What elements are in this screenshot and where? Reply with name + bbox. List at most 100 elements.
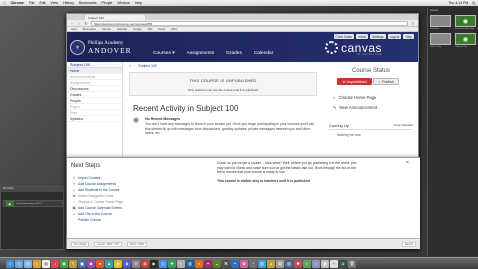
dock-app-icon[interactable]: ⌘ xyxy=(222,259,230,268)
school-logo-text: Phillips Academy ANDOVER xyxy=(88,41,132,55)
dock-app-icon[interactable]: ★ xyxy=(114,259,122,268)
dock-app-icon[interactable]: ◘ xyxy=(339,259,347,268)
bookmark-item[interactable]: Bookmarks xyxy=(83,28,96,31)
nav-courses[interactable]: Courses ▾ xyxy=(153,51,175,56)
dock-app-icon[interactable]: ◑ xyxy=(195,259,203,268)
dock-app-icon[interactable]: ✪ xyxy=(276,259,284,268)
dock-app-icon[interactable]: ✿ xyxy=(240,259,248,268)
publish-button[interactable]: ✓ Publish xyxy=(373,78,399,85)
spotlight-icon[interactable]: Q xyxy=(472,1,475,5)
logout-link[interactable]: Logout xyxy=(387,34,402,39)
scene-thumb-2[interactable]: ◉ xyxy=(455,15,476,27)
menubar-item-bookmarks[interactable]: Bookmarks xyxy=(79,1,97,5)
dock-app-icon[interactable]: ▥ xyxy=(186,259,194,268)
address-input[interactable]: https://andover.instructure.com/courses/… xyxy=(91,20,408,26)
unpublished-button[interactable]: ⊘ Unpublished xyxy=(337,78,372,85)
dock-app-icon[interactable]: ◒ xyxy=(213,259,221,268)
dock-app-icon[interactable]: ◖ xyxy=(303,259,311,268)
dock-app-icon[interactable]: 🗑 xyxy=(348,259,356,268)
bookmark-item[interactable]: Google xyxy=(133,28,141,31)
back-icon[interactable]: ‹ xyxy=(70,21,74,26)
next-step-item[interactable]: Publish Course xyxy=(72,217,167,223)
bookmark-item[interactable]: Apps xyxy=(71,28,77,31)
nav-grades[interactable]: Grades xyxy=(226,51,242,56)
bookmark-item[interactable]: Canvas xyxy=(102,28,111,31)
dock-app-icon[interactable]: ◎ xyxy=(15,259,23,268)
new-announcement-link[interactable]: ✎ New Announcement xyxy=(333,105,377,110)
home-icon[interactable]: ⌂ xyxy=(129,64,131,68)
dock-app-icon[interactable]: ◆ xyxy=(87,259,95,268)
dock-app-icon[interactable]: ◎ xyxy=(159,259,167,268)
inbox-link[interactable]: Inbox xyxy=(356,34,369,39)
dock-app-icon[interactable]: ◐ xyxy=(177,259,185,268)
scene-thumb-4[interactable]: ◉ xyxy=(455,33,476,45)
dock-app-icon[interactable]: ◔ xyxy=(249,259,257,268)
dock-app-icon[interactable]: ● xyxy=(96,259,104,268)
dock-app-icon[interactable]: ◈ xyxy=(123,259,131,268)
scene-thumb-3[interactable] xyxy=(430,33,451,45)
apple-icon[interactable]:  xyxy=(3,1,6,5)
menubar-item-help[interactable]: Help xyxy=(135,1,142,5)
dock-app-icon[interactable]: ⚙ xyxy=(132,259,140,268)
menubar-item-history[interactable]: History xyxy=(63,1,74,5)
dock-app-icon[interactable]: ✎ xyxy=(69,259,77,268)
dock-app-icon[interactable]: ✚ xyxy=(168,259,176,268)
dock-app-icon[interactable]: ✧ xyxy=(330,259,338,268)
dock-app-icon[interactable]: ☺ xyxy=(6,259,14,268)
logo-line2: ANDOVER xyxy=(88,45,132,55)
dock-app-icon[interactable]: ✱ xyxy=(294,259,302,268)
menubar-item-window[interactable]: Window xyxy=(117,1,129,5)
status-item[interactable]: View Steps xyxy=(71,241,90,247)
menubar-item-view[interactable]: View xyxy=(51,1,59,5)
nav-assignments[interactable]: Assignments xyxy=(187,51,214,56)
dock-app-icon[interactable]: ▨ xyxy=(285,259,293,268)
record-button[interactable]: Record xyxy=(401,241,416,247)
nav-calendar[interactable]: Calendar xyxy=(254,51,273,56)
dock-app-icon[interactable]: ▧ xyxy=(258,259,266,268)
school-logo[interactable]: ⚜ Phillips Academy ANDOVER xyxy=(70,40,132,55)
view-calendar-link[interactable]: View Calendar xyxy=(394,123,413,128)
menubar-app-name[interactable]: Chrome xyxy=(11,1,24,5)
menubar-item-file[interactable]: File xyxy=(29,1,35,5)
menubar-item-people[interactable]: People xyxy=(101,1,112,5)
message-icon: ◉ xyxy=(133,117,140,124)
recording-item[interactable]: ▶ Screen Recording 0:03:12 xyxy=(3,200,63,207)
dock-app-icon[interactable]: ▣ xyxy=(78,259,86,268)
bookmark-item[interactable]: Calendar xyxy=(117,28,128,31)
dock-app-icon[interactable]: ▶ xyxy=(150,259,158,268)
settings-link[interactable]: Settings xyxy=(370,34,386,39)
url-bar: ‹ › ↻ https://andover.instructure.com/co… xyxy=(67,20,418,27)
dock-app-icon[interactable]: ◗ xyxy=(312,259,320,268)
menu-icon[interactable]: ≡ xyxy=(411,21,415,26)
user-name-link[interactable]: Chris Ostler xyxy=(333,34,355,39)
dock-app-icon[interactable]: ◍ xyxy=(141,259,149,268)
reload-icon[interactable]: ↻ xyxy=(84,21,88,26)
menubar-clock[interactable]: Thu 4:13 PM xyxy=(448,1,468,5)
unpublished-notice: THIS COURSE IS UNPUBLISHED Only teachers… xyxy=(129,72,317,96)
dock-app-icon[interactable]: ◐ xyxy=(33,259,41,268)
next-steps-hint: This course is visible only to teachers … xyxy=(217,178,311,183)
announcement-icon: ✎ xyxy=(333,105,337,110)
dock-app-icon[interactable]: ✦ xyxy=(204,259,212,268)
dock-app-icon[interactable]: ♪ xyxy=(51,259,59,268)
forward-icon[interactable]: › xyxy=(77,21,81,26)
help-link[interactable]: Help xyxy=(403,34,414,39)
dock-app-icon[interactable]: ◓ xyxy=(231,259,239,268)
dock-app-icon[interactable]: ✉ xyxy=(24,259,32,268)
menubar-item-edit[interactable]: Edit xyxy=(40,1,46,5)
close-icon[interactable]: × xyxy=(406,160,409,166)
course-nav-item[interactable]: Syllabus xyxy=(67,116,122,122)
choose-home-page-link[interactable]: ○ Choose Home Page xyxy=(333,95,376,100)
bookmark-item[interactable]: Other xyxy=(171,28,178,31)
dock-app-icon[interactable]: ▤ xyxy=(42,259,50,268)
bookmark-item[interactable]: News xyxy=(158,28,165,31)
dock-app-icon[interactable]: ▩ xyxy=(321,259,329,268)
browser-tab[interactable]: Subject 100 xyxy=(85,15,145,20)
dock-app-icon[interactable]: ◉ xyxy=(60,259,68,268)
dock-app-icon[interactable]: ◕ xyxy=(267,259,275,268)
bookmark-item[interactable]: Mail xyxy=(148,28,153,31)
scene-thumb-1[interactable] xyxy=(430,15,451,27)
breadcrumb-course[interactable]: Subject 100 xyxy=(138,64,157,68)
published-link[interactable]: published xyxy=(245,88,258,92)
dock-app-icon[interactable]: ▲ xyxy=(105,259,113,268)
